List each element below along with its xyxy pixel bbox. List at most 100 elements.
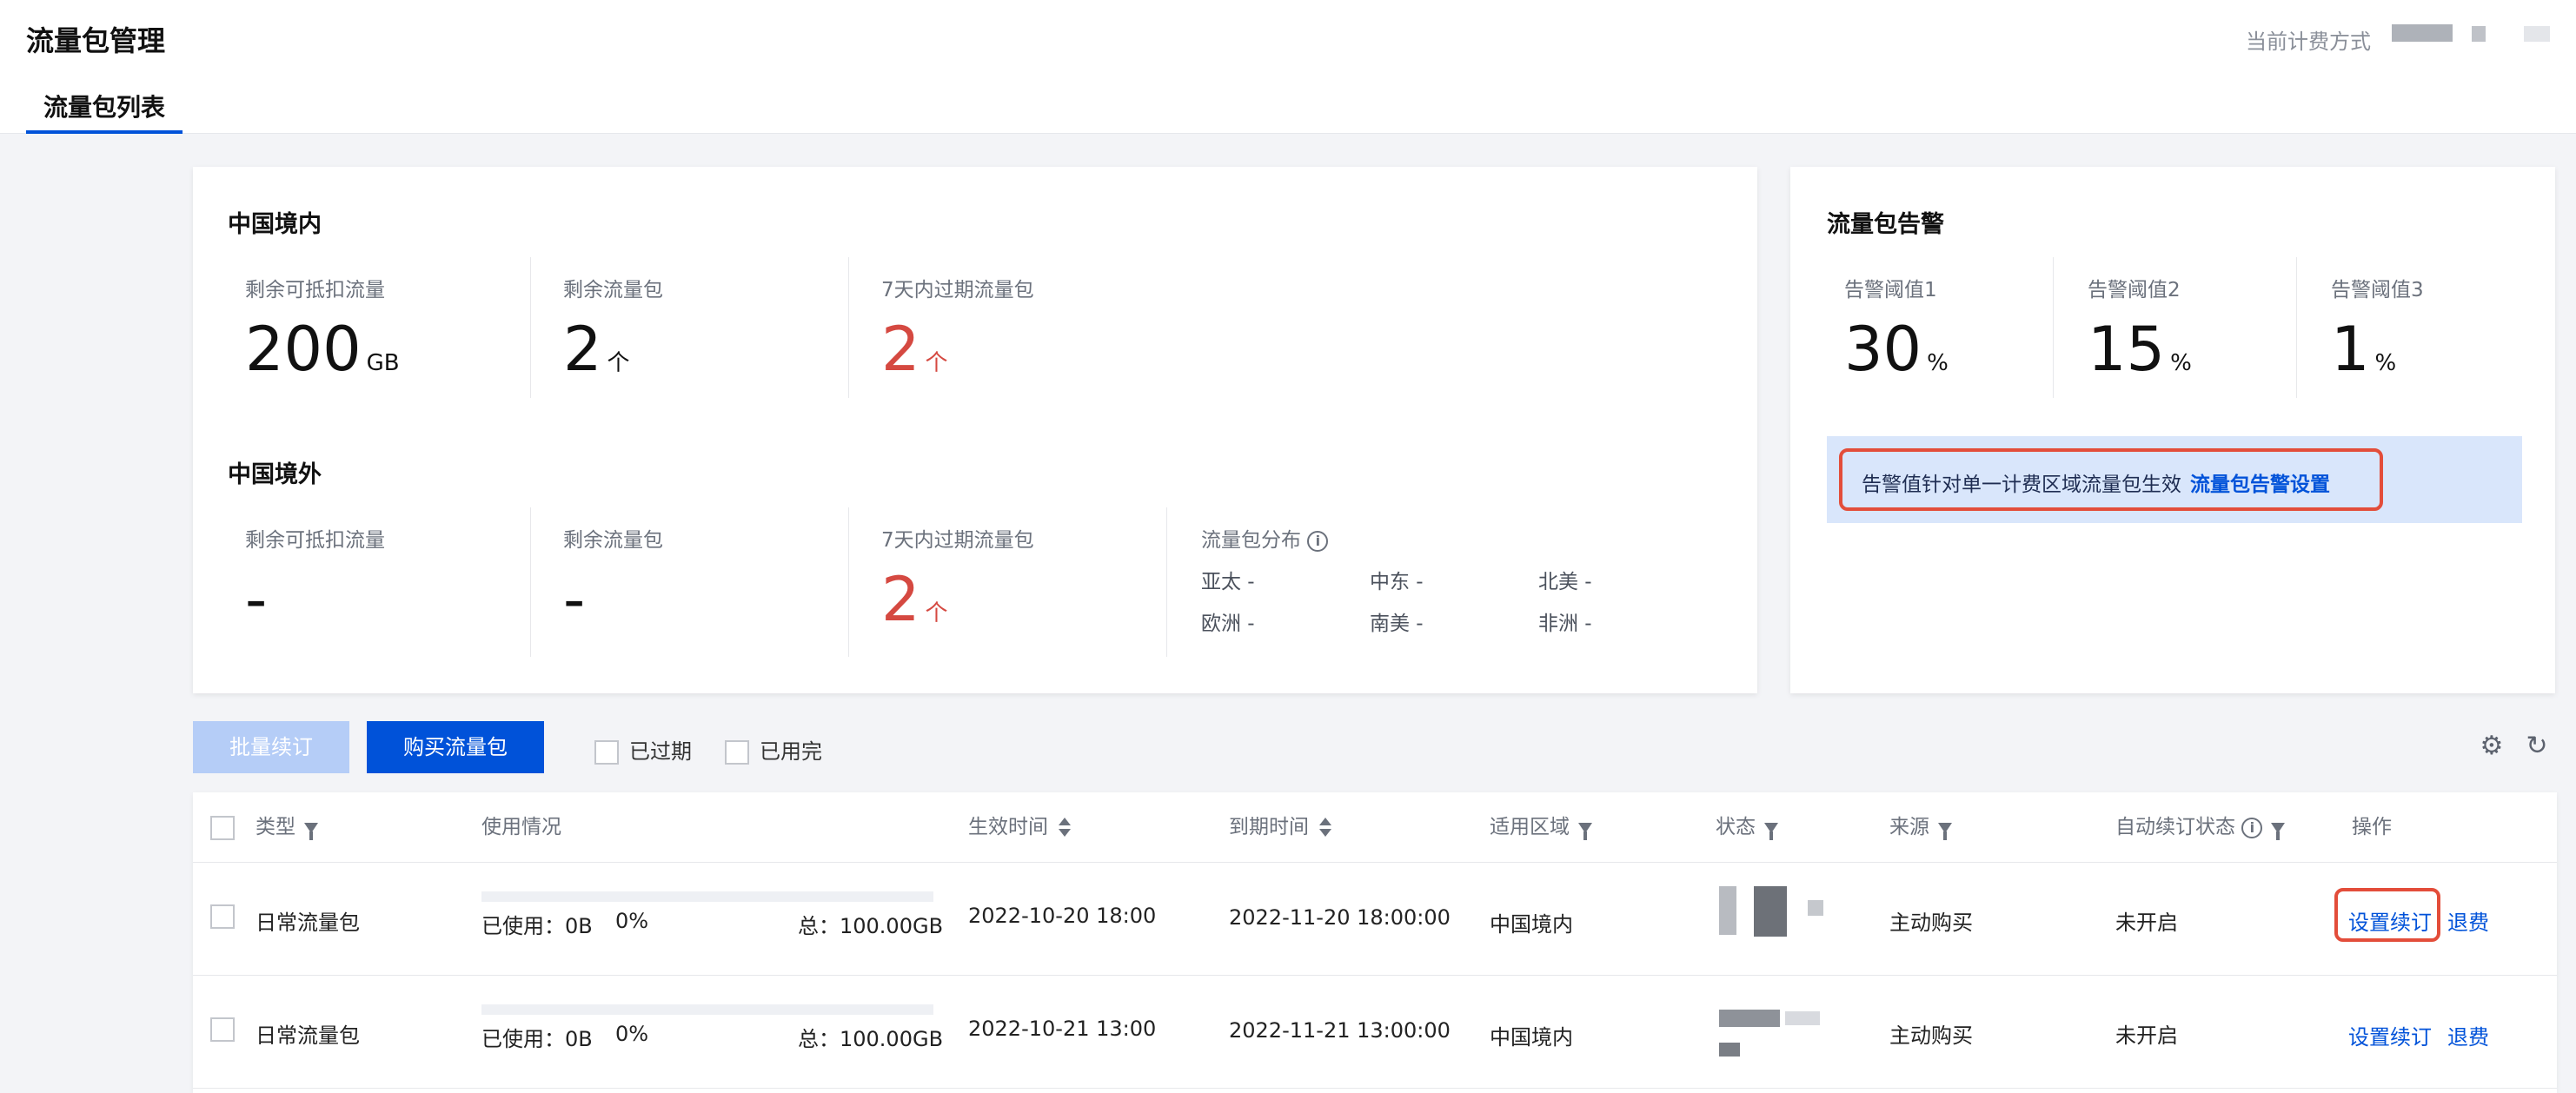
alarm-title: 流量包告警: [1827, 211, 1944, 238]
refund-link[interactable]: 退费: [2447, 905, 2489, 936]
cell-auto-renew: 未开启: [2115, 911, 2178, 935]
cell-source: 主动购买: [1889, 1023, 1973, 1048]
col-operations: 操作: [2352, 792, 2392, 862]
cell-type: 日常流量包: [256, 1023, 360, 1048]
expired-checkbox[interactable]: [594, 740, 619, 765]
filter-icon[interactable]: [1764, 822, 1778, 840]
divider: [530, 257, 531, 398]
domestic-remaining-packages: 剩余流量包 2个: [563, 273, 663, 412]
divider: [530, 507, 531, 657]
filter-icon[interactable]: [1938, 822, 1952, 840]
page-header: 流量包管理 当前计费方式 流量包列表: [0, 0, 2576, 134]
stat-value: 200: [245, 314, 362, 385]
divider: [2296, 257, 2297, 398]
used-up-checkbox[interactable]: [725, 740, 749, 765]
stat-unit: %: [1927, 350, 1949, 376]
filter-icon[interactable]: [2271, 822, 2286, 840]
overseas-remaining-packages: 剩余流量包 -: [563, 523, 663, 662]
region-africa: 非洲 -: [1538, 613, 1592, 635]
col-source: 来源: [1889, 792, 1952, 862]
cell-region: 中国境内: [1490, 912, 1573, 937]
stat-value: 1: [2331, 314, 2370, 385]
stat-label: 7天内过期流量包: [881, 529, 1034, 552]
divider: [1166, 507, 1167, 657]
used-up-label: 已用完: [760, 739, 822, 764]
row-checkbox[interactable]: [210, 1017, 235, 1042]
refresh-icon[interactable]: ↻: [2522, 732, 2552, 761]
stat-label: 告警阈值2: [2088, 279, 2181, 301]
alarm-threshold-2: 告警阈值2 15%: [2088, 273, 2192, 412]
usage-progress-bar: [481, 1004, 933, 1015]
cell-used: 已使用：0B: [481, 1027, 593, 1051]
stat-unit: GB: [366, 350, 400, 376]
set-renew-link[interactable]: 设置续订: [2348, 905, 2432, 936]
col-usage-label: 使用情况: [481, 816, 561, 838]
sort-icon[interactable]: [1319, 817, 1331, 838]
cell-region: 中国境内: [1490, 1025, 1573, 1050]
overseas-remaining-traffic: 剩余可抵扣流量 -: [245, 523, 385, 662]
cell-end-time: 2022-11-20 18:00:00: [1229, 905, 1451, 930]
alarm-threshold-3: 告警阈值3 1%: [2331, 273, 2424, 412]
row-checkbox[interactable]: [210, 904, 235, 929]
cell-total: 总：100.00GB: [798, 914, 944, 938]
filter-icon[interactable]: [304, 822, 318, 840]
stat-value: 30: [1844, 314, 1922, 385]
billing-mode-label: 当前计费方式: [2246, 30, 2371, 54]
row-select[interactable]: [210, 904, 245, 929]
divider: [848, 257, 849, 398]
col-type-label: 类型: [256, 816, 295, 838]
cell-source: 主动购买: [1889, 911, 1973, 935]
stat-unit: %: [2374, 350, 2397, 376]
divider: [848, 507, 849, 657]
package-alarm-card: 流量包告警 告警阈值1 30% 告警阈值2 15% 告警阈值3 1% 告警值针对…: [1790, 167, 2555, 693]
overseas-expiring-packages: 7天内过期流量包 2个: [881, 523, 1034, 662]
alarm-settings-link[interactable]: 流量包告警设置: [2190, 474, 2330, 496]
col-region: 适用区域: [1490, 792, 1592, 862]
stat-unit: 个: [925, 600, 948, 626]
stat-value: 2: [563, 314, 602, 385]
col-start-label: 生效时间: [968, 816, 1048, 838]
col-operations-label: 操作: [2352, 816, 2392, 838]
col-start-time: 生效时间: [968, 792, 1071, 862]
buy-package-button[interactable]: 购买流量包: [367, 721, 544, 773]
billing-mode-value: [2392, 24, 2453, 42]
col-end-time: 到期时间: [1229, 792, 1331, 862]
billing-mode-value-extra: [2524, 26, 2550, 42]
tab-package-list[interactable]: 流量包列表: [26, 90, 183, 134]
package-table: 类型 使用情况 生效时间 到期时间 适用区域 状态 来源 自动续订状态 i 操作…: [193, 792, 2557, 1093]
domestic-expiring-packages: 7天内过期流量包 2个: [881, 273, 1034, 412]
info-icon[interactable]: i: [1307, 530, 1329, 552]
filter-icon[interactable]: [1578, 822, 1592, 840]
cell-type: 日常流量包: [256, 911, 360, 935]
col-type: 类型: [256, 792, 318, 862]
cell-start-time: 2022-10-20 18:00: [968, 904, 1157, 928]
alarm-note-banner: 告警值针对单一计费区域流量包生效 流量包告警设置: [1827, 436, 2522, 523]
expired-label: 已过期: [629, 739, 692, 764]
filter-expired[interactable]: 已过期: [594, 734, 692, 765]
stat-value: -: [245, 564, 268, 635]
batch-renew-button[interactable]: 批量续订: [193, 721, 349, 773]
set-renew-link[interactable]: 设置续订: [2348, 1020, 2432, 1050]
stat-unit: 个: [925, 350, 948, 376]
region-europe: 欧洲 -: [1201, 613, 1255, 635]
stat-label: 告警阈值1: [1844, 279, 1937, 301]
billing-mode-value-extra: [2472, 26, 2486, 42]
refund-link[interactable]: 退费: [2447, 1020, 2489, 1050]
cell-auto-renew: 未开启: [2115, 1023, 2178, 1048]
domestic-title: 中国境内: [228, 211, 322, 238]
divider: [193, 975, 2557, 976]
filter-used-up[interactable]: 已用完: [725, 734, 822, 765]
page-title: 流量包管理: [26, 24, 166, 57]
divider: [193, 862, 2557, 863]
col-source-label: 来源: [1889, 816, 1929, 838]
gear-icon[interactable]: ⚙: [2477, 732, 2506, 761]
select-all-checkbox[interactable]: [210, 815, 235, 840]
stat-value: 15: [2088, 314, 2166, 385]
divider: [193, 1088, 2557, 1089]
row-select[interactable]: [210, 1017, 245, 1042]
stat-unit: %: [2170, 350, 2192, 376]
info-icon[interactable]: i: [2241, 817, 2263, 838]
sort-icon[interactable]: [1059, 817, 1071, 838]
region-south-america: 南美 -: [1370, 613, 1424, 635]
select-all[interactable]: [210, 792, 245, 862]
